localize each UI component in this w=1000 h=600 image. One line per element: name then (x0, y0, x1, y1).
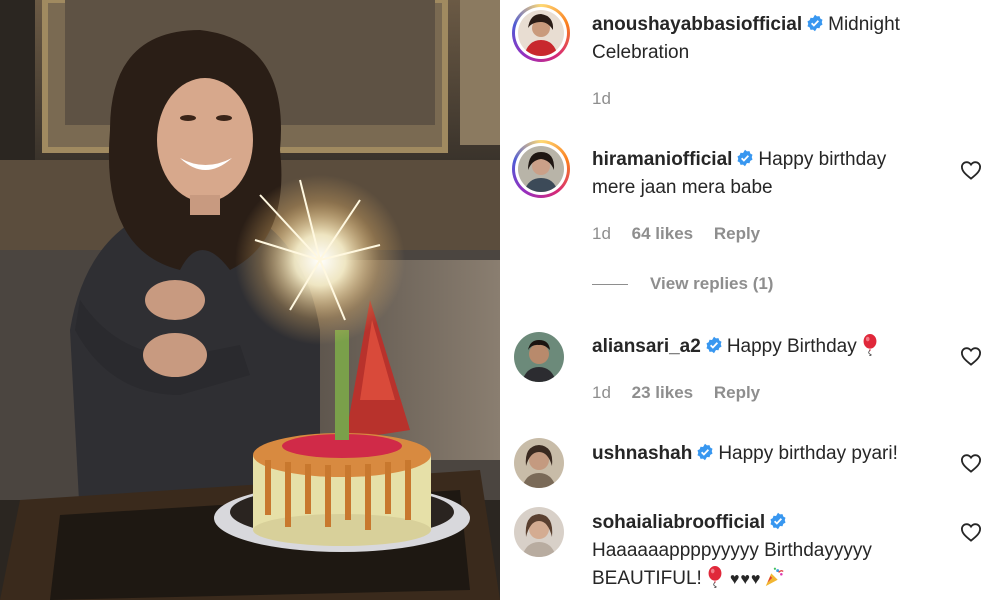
commenter-username[interactable]: ushnashah (592, 443, 692, 464)
replies-divider-line (592, 283, 628, 285)
avatar-image (518, 146, 564, 192)
comment-body: Happy birthday pyari! (718, 443, 898, 464)
reply-button[interactable]: Reply (714, 224, 760, 243)
comments-panel: anoushayabbasiofficial Midnight Celebrati… (500, 0, 1000, 600)
caption-meta: 1d (592, 89, 627, 109)
balloon-emoji-icon (708, 566, 722, 588)
author-username[interactable]: anoushayabbasiofficial (592, 14, 802, 35)
reply-button[interactable]: Reply (714, 383, 760, 402)
comment-text: hiramaniofficial Happy birthday mere jaan… (592, 146, 932, 202)
heart-outline-icon[interactable] (960, 346, 982, 366)
heart-outline-icon[interactable] (960, 160, 982, 180)
comment-meta: 1d 64 likes Reply (592, 224, 776, 244)
comment-text: sohaialiabroofficial Haaaaaappppyyyyy Bir… (592, 509, 932, 594)
caption-text: anoushayabbasiofficial Midnight Celebrati… (592, 11, 932, 67)
comment-text: aliansari_a2 Happy Birthday (592, 333, 932, 361)
comment-time[interactable]: 1d (592, 383, 611, 402)
commenter-username[interactable]: hiramaniofficial (592, 149, 732, 170)
celebration-photo-illustration (0, 0, 500, 600)
heart-outline-icon[interactable] (960, 522, 982, 542)
verified-badge-icon (737, 149, 753, 167)
avatar-image (518, 10, 564, 56)
avatar-image (514, 332, 564, 382)
comment-time[interactable]: 1d (592, 224, 611, 243)
verified-badge-icon (770, 512, 786, 530)
view-replies-button[interactable]: View replies (1) (592, 274, 773, 294)
commenter-username[interactable]: sohaialiabroofficial (592, 512, 765, 533)
post-time[interactable]: 1d (592, 89, 611, 108)
commenter-avatar[interactable] (514, 507, 564, 557)
comment-likes[interactable]: 23 likes (632, 383, 693, 402)
heart-outline-icon[interactable] (960, 453, 982, 473)
party-popper-emoji-icon (766, 567, 784, 587)
comment-likes[interactable]: 64 likes (632, 224, 693, 243)
black-hearts-emoji: ♥♥♥ (729, 571, 762, 588)
avatar-image (514, 507, 564, 557)
verified-badge-icon (697, 443, 713, 461)
balloon-emoji-icon (863, 334, 877, 356)
commenter-avatar[interactable] (514, 438, 564, 488)
comment-body: Happy Birthday (726, 336, 857, 357)
avatar-image (514, 438, 564, 488)
commenter-username[interactable]: aliansari_a2 (592, 336, 701, 357)
post-photo (0, 0, 500, 600)
commenter-avatar[interactable] (512, 140, 570, 198)
verified-badge-icon (706, 336, 722, 354)
commenter-avatar[interactable] (514, 332, 564, 382)
verified-badge-icon (807, 14, 823, 32)
view-replies-label: View replies (1) (650, 274, 774, 293)
comment-meta: 1d 23 likes Reply (592, 383, 776, 403)
author-avatar[interactable] (512, 4, 570, 62)
comment-text: ushnashah Happy birthday pyari! (592, 440, 932, 468)
